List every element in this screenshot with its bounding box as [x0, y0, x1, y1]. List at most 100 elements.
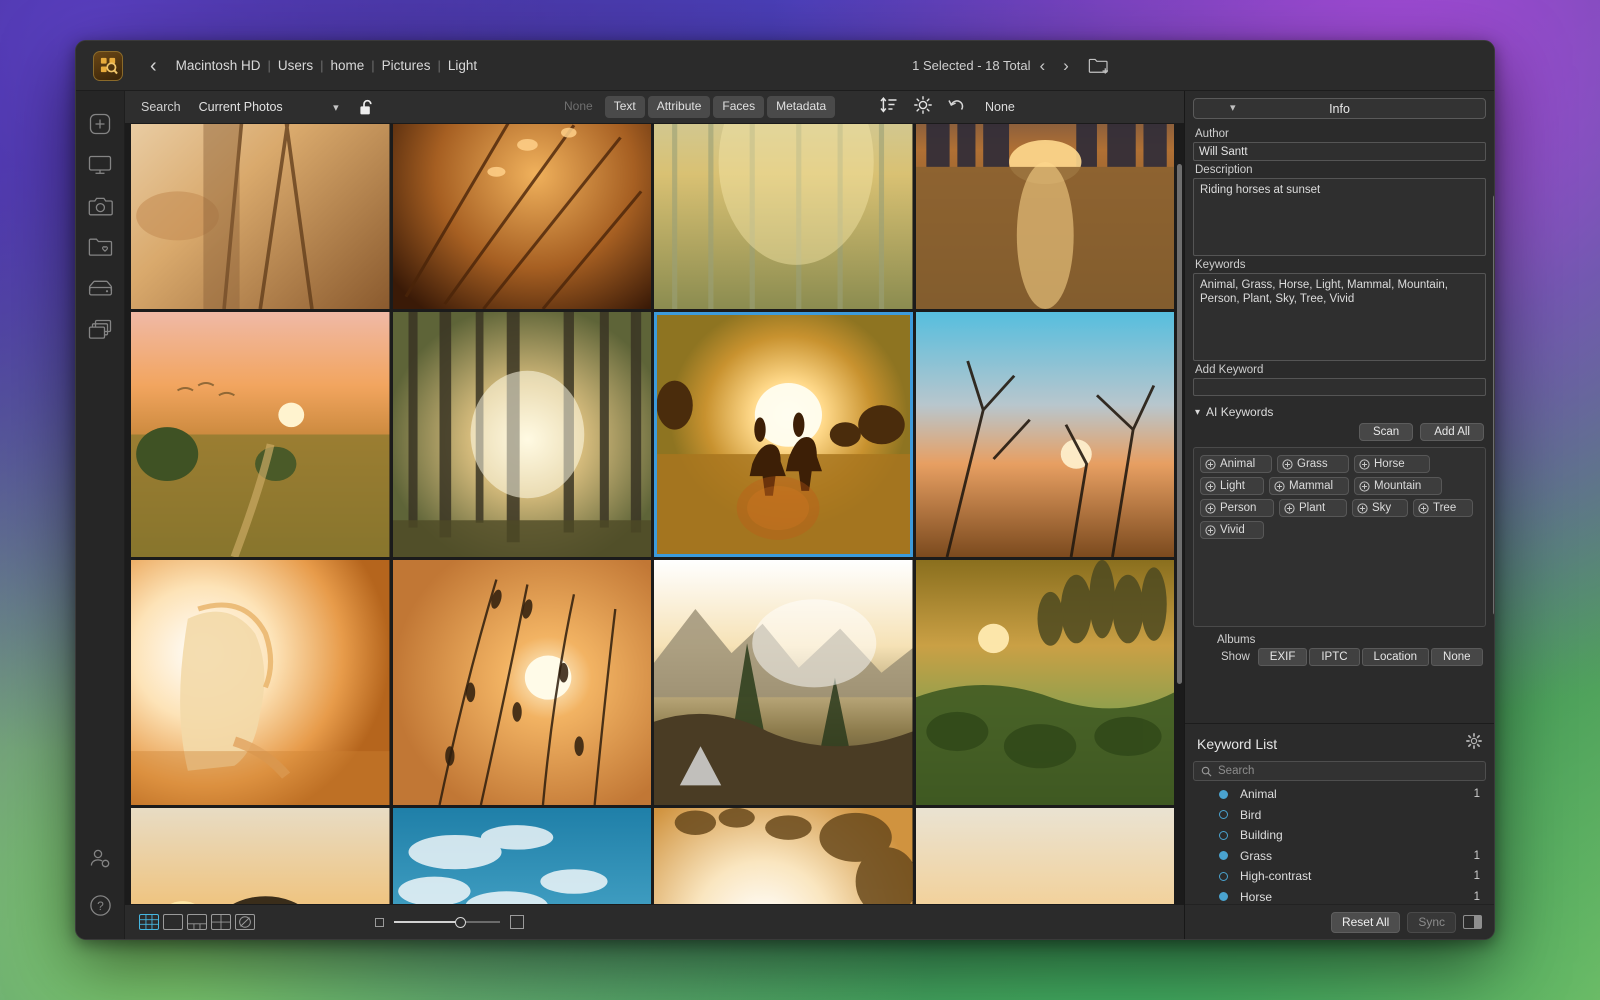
thumbnail-countryside-sunrise[interactable] [131, 312, 390, 557]
filter-segment-faces[interactable]: Faces [713, 96, 764, 117]
gear-icon[interactable] [1466, 733, 1482, 754]
keyword-row-building[interactable]: Building [1193, 825, 1486, 846]
author-field[interactable]: Will Santt [1193, 142, 1486, 161]
add-all-button[interactable]: Add All [1420, 423, 1484, 441]
filter-segment-attribute[interactable]: Attribute [648, 96, 711, 117]
undo-arrow-icon[interactable] [948, 97, 965, 117]
question-circle-icon[interactable]: ? [87, 893, 113, 917]
thumbnail-bamboo-forest-light[interactable] [654, 124, 913, 309]
sort-value[interactable]: None [985, 100, 1015, 114]
breadcrumb-item-2[interactable]: home [324, 58, 372, 73]
grid-scrollbar[interactable] [1177, 164, 1182, 684]
info-panel-scroll[interactable]: Author Will Santt Description Riding hor… [1185, 125, 1494, 723]
ai-tag-mountain[interactable]: Mountain [1354, 477, 1442, 495]
tab-info[interactable]: Info [1193, 98, 1486, 119]
scan-button[interactable]: Scan [1359, 423, 1413, 441]
filter-segment-none[interactable]: None [555, 96, 602, 117]
breadcrumb-item-3[interactable]: Pictures [375, 58, 438, 73]
person-gear-icon[interactable] [87, 847, 113, 871]
photo-grid-wrapper[interactable] [125, 124, 1184, 904]
thumbnail-clouds-blue-sunset[interactable] [393, 808, 652, 904]
thumbnail-branches-blue-sky-sunset[interactable] [916, 312, 1175, 557]
filter-segment-metadata[interactable]: Metadata [767, 96, 835, 117]
keyword-check-icon[interactable] [1219, 892, 1228, 901]
thumbnail-horse-riders-sunset[interactable] [654, 312, 913, 557]
filter-segment-text[interactable]: Text [605, 96, 645, 117]
stacked-cards-icon[interactable] [87, 317, 113, 341]
back-chevron-icon[interactable]: ‹ [150, 56, 157, 76]
keywords-field[interactable]: Animal, Grass, Horse, Light, Mammal, Mou… [1193, 273, 1486, 361]
keyword-rows[interactable]: Animal 1 Bird Building [1193, 784, 1486, 904]
sun-icon[interactable] [914, 96, 932, 119]
breadcrumb-item-1[interactable]: Users [271, 58, 320, 73]
ai-tag-grass[interactable]: Grass [1277, 455, 1349, 473]
keyword-row-high-contrast[interactable]: High-contrast 1 [1193, 866, 1486, 887]
chevron-down-icon[interactable]: ▾ [1230, 101, 1236, 114]
show-segment-exif[interactable]: EXIF [1258, 648, 1308, 666]
breadcrumb-item-4[interactable]: Light [441, 58, 484, 73]
keyword-row-bird[interactable]: Bird [1193, 805, 1486, 826]
thumbnail-size-slider[interactable] [394, 915, 500, 929]
camera-icon[interactable] [87, 194, 113, 218]
single-view-button[interactable] [163, 914, 183, 930]
chevron-left-icon[interactable]: ‹ [1030, 56, 1054, 76]
ai-tag-light[interactable]: Light [1200, 477, 1264, 495]
right-panel-toggle-icon[interactable] [1463, 915, 1482, 929]
folder-add-icon[interactable] [1088, 57, 1108, 74]
ai-tag-horse[interactable]: Horse [1354, 455, 1430, 473]
sync-button[interactable]: Sync [1407, 912, 1456, 933]
keyword-row-grass[interactable]: Grass 1 [1193, 846, 1486, 867]
ai-keywords-header[interactable]: ▾ AI Keywords [1195, 405, 1486, 419]
unlocked-padlock-icon[interactable] [359, 99, 375, 116]
thumbnail-grasses-backlit[interactable] [131, 124, 390, 309]
small-thumbnail-icon[interactable] [375, 918, 384, 927]
thumbnail-mountain-camp-sunrise[interactable] [654, 560, 913, 805]
description-field[interactable]: Riding horses at sunset [1193, 178, 1486, 256]
large-thumbnail-icon[interactable] [510, 915, 524, 929]
hard-drive-icon[interactable] [87, 276, 113, 300]
thumbnail-golden-grass-closeup[interactable] [393, 124, 652, 309]
breadcrumb-item-0[interactable]: Macintosh HD [169, 58, 268, 73]
search-scope-select[interactable]: Current Photos ▾ [199, 100, 339, 114]
ai-tag-tree[interactable]: Tree [1413, 499, 1473, 517]
info-panel-scrollbar[interactable] [1493, 195, 1494, 615]
no-preview-button[interactable] [235, 914, 255, 930]
filmstrip-view-button[interactable] [187, 914, 207, 930]
plus-square-icon[interactable] [87, 112, 113, 136]
keyword-check-icon[interactable] [1219, 872, 1228, 881]
ai-tag-person[interactable]: Person [1200, 499, 1274, 517]
thumbnail-misty-meadow-trees[interactable] [916, 560, 1175, 805]
folder-heart-icon[interactable] [87, 235, 113, 259]
show-segment-iptc[interactable]: IPTC [1309, 648, 1359, 666]
app-logo-icon[interactable] [93, 51, 123, 81]
keyword-check-icon[interactable] [1219, 851, 1228, 860]
chevron-right-icon[interactable]: › [1054, 56, 1078, 76]
thumbnail-pine-forest-sunbeams[interactable] [393, 312, 652, 557]
keyword-search-input[interactable]: Search [1193, 761, 1486, 781]
keyword-row-horse[interactable]: Horse 1 [1193, 887, 1486, 905]
thumbnail-crystal-ball-sunset[interactable] [131, 808, 390, 904]
monitor-icon[interactable] [87, 153, 113, 177]
keyword-check-icon[interactable] [1219, 790, 1228, 799]
show-segment-location[interactable]: Location [1362, 648, 1429, 666]
keyword-check-icon[interactable] [1219, 810, 1228, 819]
compare-view-button[interactable] [211, 914, 231, 930]
ai-tag-vivid[interactable]: Vivid [1200, 521, 1264, 539]
show-segment-none[interactable]: None [1431, 648, 1483, 666]
thumbnail-wheat-stalks-sun[interactable] [393, 560, 652, 805]
reset-all-button[interactable]: Reset All [1331, 912, 1400, 933]
ai-tag-label: Vivid [1220, 524, 1245, 536]
thumbnail-woman-hills-sunset[interactable] [916, 808, 1175, 904]
ai-tag-animal[interactable]: Animal [1200, 455, 1272, 473]
add-keyword-input[interactable] [1193, 378, 1486, 396]
thumbnail-woman-under-tree-sun[interactable] [654, 808, 913, 904]
ai-tag-sky[interactable]: Sky [1352, 499, 1408, 517]
keyword-check-icon[interactable] [1219, 831, 1228, 840]
ai-tag-mammal[interactable]: Mammal [1269, 477, 1349, 495]
grid-view-button[interactable] [139, 914, 159, 930]
thumbnail-city-waterfront-sunset[interactable] [916, 124, 1175, 309]
thumbnail-woman-hair-backlit[interactable] [131, 560, 390, 805]
ai-tag-plant[interactable]: Plant [1279, 499, 1347, 517]
keyword-row-animal[interactable]: Animal 1 [1193, 784, 1486, 805]
sort-arrows-icon[interactable] [880, 97, 898, 118]
